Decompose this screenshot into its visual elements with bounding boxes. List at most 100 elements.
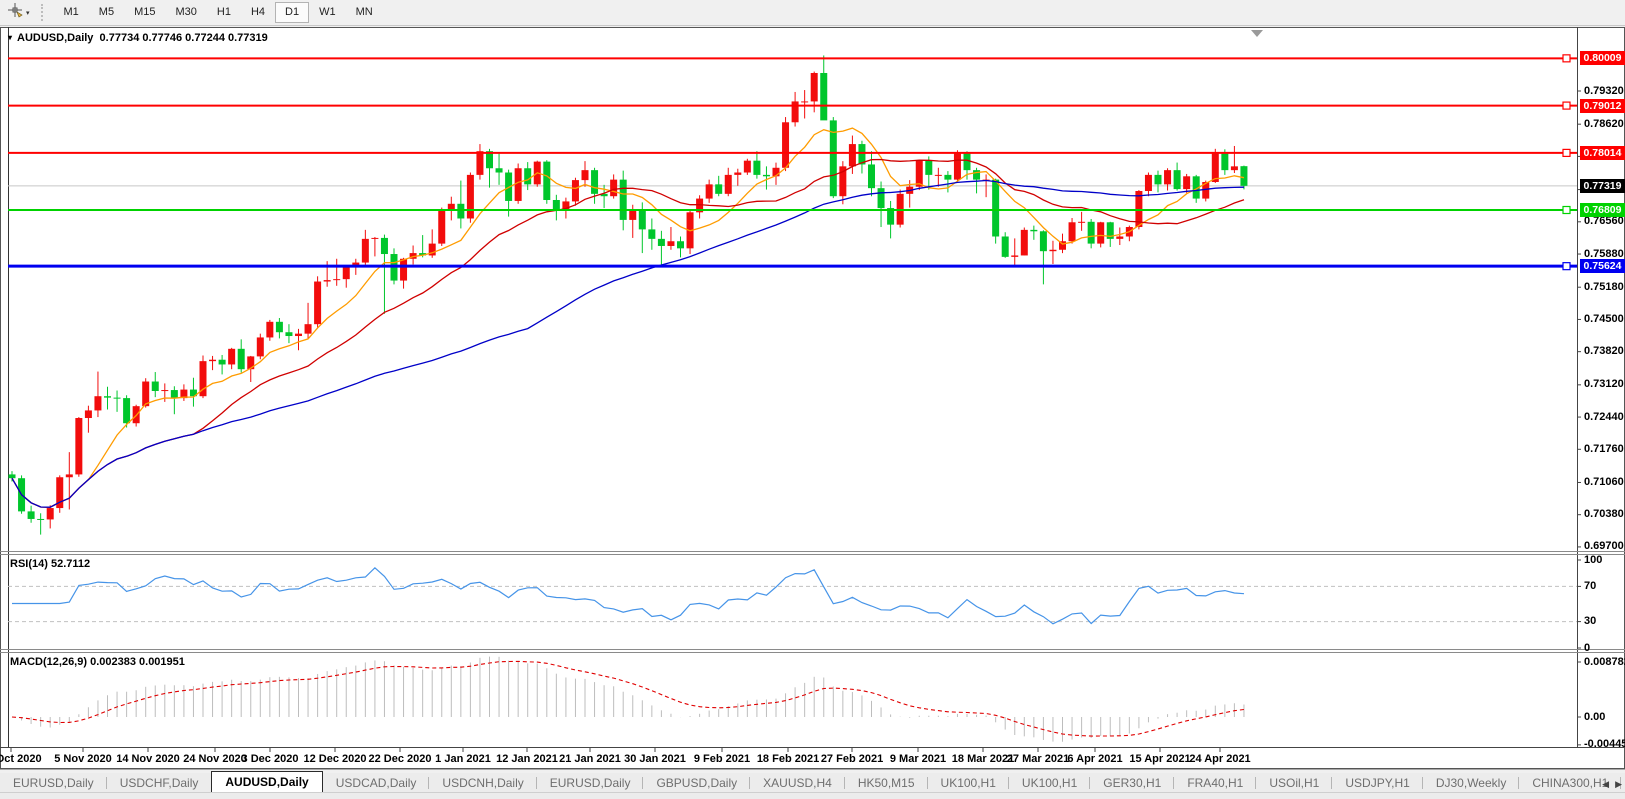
x-axis-date-label: 1 Jan 2021 (435, 753, 491, 765)
candlestick (1240, 166, 1247, 186)
candlestick (715, 184, 722, 193)
timeframe-button-h1[interactable]: H1 (207, 2, 241, 23)
candlestick (744, 161, 751, 173)
candlestick (1145, 175, 1152, 191)
candlestick (553, 200, 560, 210)
candlestick (94, 396, 101, 410)
symbol-tab-uk100-h1[interactable]: UK100,H1 (1009, 773, 1090, 793)
quote-ohlc: 0.77734 0.77746 0.77244 0.77319 (100, 32, 268, 44)
symbol-tab-eurusd-daily[interactable]: EURUSD,Daily (0, 773, 107, 793)
chart-shift-marker[interactable] (1251, 30, 1263, 37)
symbol-tab-hk50-m15[interactable]: HK50,M15 (845, 773, 928, 793)
candlestick (285, 332, 292, 336)
candlestick (706, 184, 713, 198)
chart-window-border (1, 28, 1625, 769)
candlestick (1164, 170, 1171, 184)
rsi-pane-label: RSI(14) 52.7112 (10, 558, 90, 570)
candlestick (295, 334, 302, 336)
symbol-tab-usdcnh-daily[interactable]: USDCNH,Daily (429, 773, 536, 793)
toolbar-grip[interactable] (41, 4, 47, 21)
macd-pane-label: MACD(12,26,9) 0.002383 0.001951 (10, 656, 185, 668)
candlestick (964, 154, 971, 171)
x-axis-date-label: 9 Feb 2021 (694, 753, 750, 765)
x-axis-date-label: 21 Jan 2021 (559, 753, 621, 765)
candlestick (47, 508, 54, 519)
candlestick (753, 161, 760, 175)
symbol-tab-audusd-daily[interactable]: AUDUSD,Daily (211, 771, 322, 793)
symbol-dropdown-icon[interactable]: ▾ (8, 33, 12, 42)
candlestick (1002, 236, 1009, 256)
symbol-tab-uk100-h1[interactable]: UK100,H1 (928, 773, 1009, 793)
hline-anchor[interactable] (1563, 55, 1570, 62)
candlestick (1155, 175, 1162, 184)
timeframe-button-m5[interactable]: M5 (89, 2, 124, 23)
candlestick (37, 519, 44, 520)
candlestick (782, 122, 789, 167)
price-axis-label: 0.69700 (1584, 541, 1624, 552)
symbol-tab-usdchf-daily[interactable]: USDCHF,Daily (107, 773, 212, 793)
candlestick (114, 398, 121, 399)
symbol-tab-usdcad-daily[interactable]: USDCAD,Daily (323, 773, 430, 793)
symbol-tab-usdjpy-h1[interactable]: USDJPY,H1 (1332, 773, 1422, 793)
timeframe-button-mn[interactable]: MN (346, 2, 383, 23)
symbol-tab-gbpusd-daily[interactable]: GBPUSD,Daily (643, 773, 750, 793)
candlestick (992, 180, 999, 237)
hline-anchor[interactable] (1563, 263, 1570, 270)
cursor-tool-button[interactable]: ▾ (4, 0, 33, 25)
candlestick (543, 162, 550, 200)
price-axis-label: 0.79320 (1584, 86, 1624, 97)
candlestick (228, 349, 235, 365)
tab-scroll-right-button[interactable]: ▶ (1615, 779, 1622, 790)
timeframe-button-w1[interactable]: W1 (309, 2, 346, 23)
x-axis-date-label: 9 Mar 2021 (890, 753, 946, 765)
candlestick (28, 511, 35, 519)
timeframe-button-m1[interactable]: M1 (54, 2, 89, 23)
current-price-label: 0.77319 (1580, 179, 1625, 193)
candlestick (878, 188, 885, 208)
candlestick (677, 241, 684, 248)
candlestick (725, 175, 732, 194)
timeframe-button-m15[interactable]: M15 (124, 2, 165, 23)
candlestick (1049, 250, 1056, 251)
symbol-tab-ger30-h1[interactable]: GER30,H1 (1090, 773, 1174, 793)
hline-anchor[interactable] (1563, 149, 1570, 156)
timeframe-button-h4[interactable]: H4 (241, 2, 275, 23)
symbol-tab-fra40-h1[interactable]: FRA40,H1 (1174, 773, 1256, 793)
candlestick (448, 204, 455, 209)
timeframe-button-m30[interactable]: M30 (165, 2, 206, 23)
candlestick (610, 180, 617, 197)
price-axis-label: 0.71760 (1584, 444, 1624, 455)
candlestick (161, 390, 168, 391)
timeframe-button-d1[interactable]: D1 (275, 2, 309, 23)
x-axis-date-label: 6 Apr 2021 (1067, 753, 1122, 765)
candlestick (1174, 170, 1181, 189)
tab-scroll-left-button[interactable]: ◀ (1602, 779, 1609, 790)
hline-anchor[interactable] (1563, 207, 1570, 214)
macd-axis-label: 0.008782 (1584, 657, 1625, 668)
rsi-line (12, 568, 1244, 624)
candlestick (916, 161, 923, 187)
symbol-title: AUDUSD,Daily (17, 32, 93, 44)
candlestick (400, 259, 407, 281)
hline-anchor[interactable] (1563, 102, 1570, 109)
candlestick (123, 398, 130, 423)
x-axis-date-label: 3 Dec 2020 (242, 753, 299, 765)
x-axis-date-label: 14 Nov 2020 (116, 753, 180, 765)
status-bar (0, 792, 1625, 799)
candlestick (944, 175, 951, 180)
x-axis-date-label: 12 Jan 2021 (496, 753, 558, 765)
candlestick (1078, 222, 1085, 223)
candlestick (954, 154, 961, 180)
candlestick (362, 239, 369, 263)
symbol-tab-eurusd-daily[interactable]: EURUSD,Daily (537, 773, 644, 793)
x-axis-date-label: 27 Feb 2021 (821, 753, 883, 765)
symbol-tab-usoil-h1[interactable]: USOil,H1 (1256, 773, 1332, 793)
quote-bar[interactable]: ▾ AUDUSD,Daily 0.77734 0.77746 0.77244 0.… (8, 32, 268, 44)
symbol-tab-xauusd-h4[interactable]: XAUUSD,H4 (750, 773, 845, 793)
symbol-tab-dj30-weekly[interactable]: DJ30,Weekly (1423, 773, 1519, 793)
candlestick (973, 170, 980, 179)
ma-line-fast (12, 128, 1244, 507)
candlestick (935, 175, 942, 176)
x-axis-date-label: 15 Apr 2021 (1129, 753, 1190, 765)
candlestick (1221, 154, 1228, 171)
